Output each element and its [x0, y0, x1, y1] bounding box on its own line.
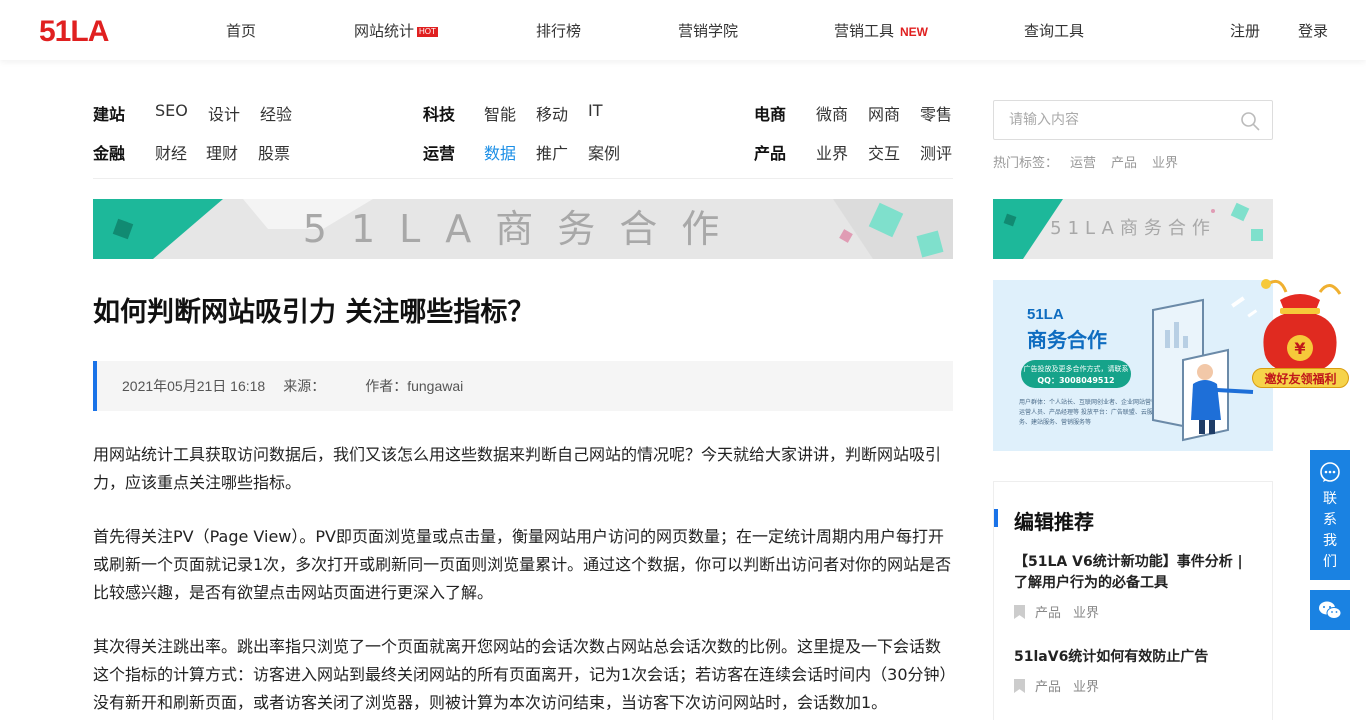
category-link[interactable]: 智能	[484, 101, 516, 125]
category-link-active[interactable]: 数据	[484, 140, 516, 164]
article-title: 如何判断网站吸引力 关注哪些指标？	[93, 297, 535, 328]
nav-ranking[interactable]: 排行榜	[536, 20, 581, 41]
svg-text:51LA: 51LA	[39, 15, 109, 45]
recommend-item-tags: 产品 业界	[1014, 602, 1111, 621]
login-link[interactable]: 登录	[1298, 20, 1328, 41]
hot-tag[interactable]: 业界	[1152, 156, 1178, 171]
category-link[interactable]: 股票	[258, 140, 290, 164]
wechat-button[interactable]	[1310, 590, 1350, 630]
hot-tag[interactable]: 运营	[1070, 156, 1096, 171]
bookmark-icon	[1014, 679, 1025, 693]
bookmark-icon	[1014, 605, 1025, 619]
ad-description: 用户群体：个人站长、互联网创业者、企业网站营销运营人员、产品经理等 投放平台：广…	[1019, 399, 1158, 426]
article-source: 来源：	[283, 378, 326, 394]
category-head-chanpin[interactable]: 产品	[754, 140, 786, 164]
category-head-jianzhan[interactable]: 建站	[93, 101, 125, 125]
business-banner-side[interactable]: 51LA商务合作	[993, 199, 1273, 259]
search-input[interactable]	[994, 101, 1224, 139]
recommend-item[interactable]: 【51LA V6统计新功能】事件分析 | 了解用户行为的必备工具	[1014, 552, 1254, 594]
category-link[interactable]: 移动	[536, 101, 568, 125]
category-link[interactable]: 设计	[208, 101, 240, 125]
category-link[interactable]: IT	[588, 101, 603, 120]
search-box	[993, 100, 1273, 140]
category-head-dianshang[interactable]: 电商	[754, 101, 786, 125]
category-link[interactable]: 财经	[155, 140, 187, 164]
nav-marketing-tools[interactable]: 营销工具 NEW	[834, 20, 928, 41]
promo-label[interactable]: 邀好友领福利	[1252, 368, 1349, 388]
recommend-tag[interactable]: 产品	[1035, 606, 1061, 621]
article-author: 作者：fungawai	[365, 378, 464, 394]
section-accent-bar	[994, 509, 998, 527]
recommend-tag[interactable]: 业界	[1073, 606, 1099, 621]
recommend-tag[interactable]: 产品	[1035, 680, 1061, 695]
hot-tags-label: 热门标签：	[993, 156, 1059, 171]
category-head-keji[interactable]: 科技	[423, 101, 455, 125]
category-link[interactable]: 交互	[868, 140, 900, 164]
category-link[interactable]: 业界	[816, 140, 848, 164]
category-link[interactable]: 经验	[260, 101, 292, 125]
business-banner-wide[interactable]: 51LA商务合作	[93, 199, 953, 259]
new-badge: NEW	[900, 25, 929, 39]
contact-label: 联 系 我 们	[1323, 491, 1337, 570]
category-link[interactable]: 测评	[920, 140, 952, 164]
ad-title: 商务合作	[1027, 328, 1107, 352]
search-icon[interactable]	[1240, 111, 1260, 131]
banner-text: 51LA商务合作	[302, 207, 744, 251]
hot-tags: 热门标签： 运营 产品 业界	[993, 152, 1178, 171]
article-meta: 2021年05月21日 16:18 来源： 作者：fungawai	[93, 361, 953, 411]
ad-contact-pill: 广告投放及更多合作方式，请联系 QQ：3008049512	[1021, 360, 1131, 388]
svg-text:¥: ¥	[1294, 339, 1305, 358]
article-paragraph: 用网站统计工具获取访问数据后，我们又该怎么用这些数据来判断自己网站的情况呢？今天…	[93, 445, 942, 492]
category-link[interactable]: 微商	[816, 101, 848, 125]
nav-query-tools[interactable]: 查询工具	[1024, 20, 1084, 41]
category-link[interactable]: 推广	[536, 140, 568, 164]
editor-recommend-panel: 编辑推荐 【51LA V6统计新功能】事件分析 | 了解用户行为的必备工具 产品…	[993, 481, 1273, 720]
site-logo[interactable]: 51LA	[39, 15, 119, 45]
recommend-item[interactable]: 51laV6统计如何有效防止广告	[1014, 647, 1254, 668]
contact-us-button[interactable]: 联 系 我 们	[1310, 450, 1350, 580]
recommend-title: 编辑推荐	[1014, 510, 1094, 534]
article-paragraph: 其次得关注跳出率。跳出率指只浏览了一个页面就离开您网站的会话次数占网站总会话次数…	[93, 637, 948, 712]
category-link[interactable]: 网商	[868, 101, 900, 125]
category-head-jinrong[interactable]: 金融	[93, 140, 125, 164]
ad-brand: 51LA	[1027, 306, 1064, 323]
article-paragraph: 首先得关注PV（Page View）。PV即页面浏览量或点击量，衡量网站用户访问…	[93, 527, 952, 602]
category-divider	[93, 178, 953, 179]
recommend-item-tags: 产品 业界	[1014, 676, 1111, 695]
chat-icon	[1320, 462, 1340, 482]
banner-text: 51LA商务合作	[1050, 218, 1216, 239]
category-link[interactable]: SEO	[155, 101, 188, 120]
category-head-yunying[interactable]: 运营	[423, 140, 455, 164]
nav-home[interactable]: 首页	[226, 20, 256, 41]
register-link[interactable]: 注册	[1230, 20, 1260, 41]
article-date: 2021年05月21日 16:18	[122, 378, 266, 394]
wechat-icon	[1319, 601, 1342, 619]
hot-tag[interactable]: 产品	[1111, 156, 1137, 171]
nav-marketing-academy[interactable]: 营销学院	[678, 20, 738, 41]
business-ad-card[interactable]: 51LA 商务合作 广告投放及更多合作方式，请联系 QQ：3008049512 …	[993, 280, 1273, 451]
site-header: 51LA 首页 网站统计 HOT 排行榜 营销学院 营销工具 NEW 查询工具 注册…	[0, 0, 1366, 60]
recommend-tag[interactable]: 业界	[1073, 680, 1099, 695]
category-link[interactable]: 案例	[588, 140, 620, 164]
hot-badge: HOT	[417, 27, 438, 37]
nav-site-stats[interactable]: 网站统计 HOT	[354, 20, 438, 41]
category-link[interactable]: 零售	[920, 101, 952, 125]
category-link[interactable]: 理财	[206, 140, 238, 164]
